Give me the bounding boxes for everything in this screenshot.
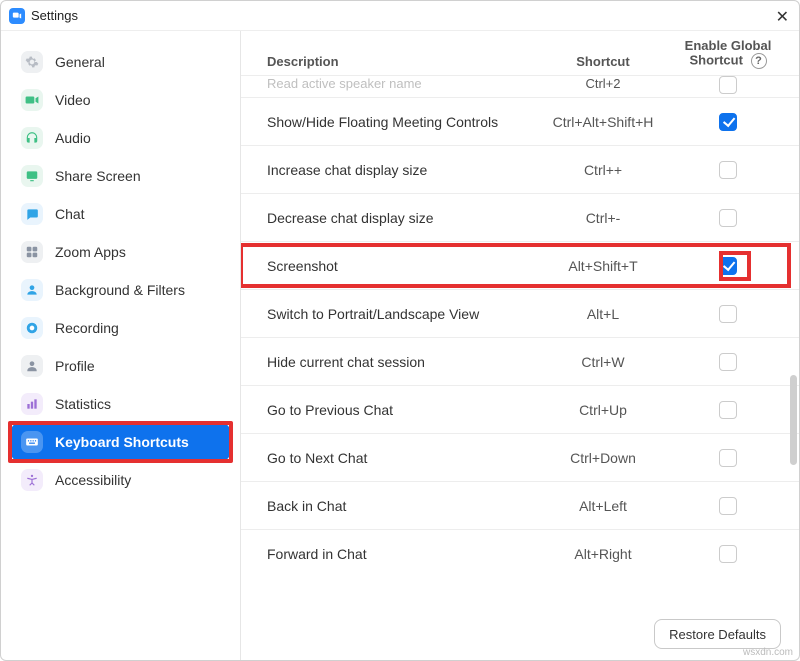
table-row: Go to Previous Chat Ctrl+Up bbox=[241, 385, 799, 433]
shortcut-key[interactable]: Ctrl+2 bbox=[523, 76, 683, 91]
enable-global-checkbox[interactable] bbox=[719, 113, 737, 131]
sidebar-item-label: Profile bbox=[55, 358, 95, 374]
shortcut-description: Switch to Portrait/Landscape View bbox=[267, 306, 523, 322]
sidebar-item-background-filters[interactable]: Background & Filters bbox=[11, 271, 230, 309]
table-row: Switch to Portrait/Landscape View Alt+L bbox=[241, 289, 799, 337]
sidebar-item-label: Keyboard Shortcuts bbox=[55, 434, 189, 450]
sidebar-item-zoom-apps[interactable]: Zoom Apps bbox=[11, 233, 230, 271]
shortcut-description: Go to Previous Chat bbox=[267, 402, 523, 418]
enable-global-checkbox[interactable] bbox=[719, 305, 737, 323]
table-row: Increase chat display size Ctrl++ bbox=[241, 145, 799, 193]
sidebar-item-video[interactable]: Video bbox=[11, 81, 230, 119]
shortcut-key[interactable]: Ctrl+W bbox=[523, 354, 683, 370]
header-shortcut: Shortcut bbox=[523, 54, 683, 69]
shortcut-key[interactable]: Ctrl++ bbox=[523, 162, 683, 178]
enable-global-checkbox[interactable] bbox=[719, 76, 737, 94]
enable-global-checkbox[interactable] bbox=[719, 545, 737, 563]
shortcut-key[interactable]: Ctrl+Alt+Shift+H bbox=[523, 114, 683, 130]
shortcut-key[interactable]: Alt+Right bbox=[523, 546, 683, 562]
table-row: Show/Hide Floating Meeting Controls Ctrl… bbox=[241, 97, 799, 145]
sidebar-item-label: Chat bbox=[55, 206, 85, 222]
help-icon[interactable]: ? bbox=[751, 53, 767, 69]
sidebar-item-label: General bbox=[55, 54, 105, 70]
gear-icon bbox=[21, 51, 43, 73]
share-screen-icon bbox=[21, 165, 43, 187]
shortcut-key[interactable]: Alt+Shift+T bbox=[523, 258, 683, 274]
profile-icon bbox=[21, 355, 43, 377]
shortcut-description: Hide current chat session bbox=[267, 354, 523, 370]
enable-global-checkbox[interactable] bbox=[719, 497, 737, 515]
shortcut-description: Go to Next Chat bbox=[267, 450, 523, 466]
table-header: Description Shortcut Enable Global Short… bbox=[241, 31, 799, 75]
shortcut-description: Forward in Chat bbox=[267, 546, 523, 562]
shortcut-description: Back in Chat bbox=[267, 498, 523, 514]
sidebar-item-audio[interactable]: Audio bbox=[11, 119, 230, 157]
sidebar-item-label: Audio bbox=[55, 130, 91, 146]
window-title: Settings bbox=[31, 8, 78, 23]
sidebar-item-general[interactable]: General bbox=[11, 43, 230, 81]
sidebar-item-accessibility[interactable]: Accessibility bbox=[11, 461, 230, 499]
enable-global-checkbox[interactable] bbox=[719, 401, 737, 419]
shortcut-description: Decrease chat display size bbox=[267, 210, 523, 226]
enable-global-checkbox[interactable] bbox=[719, 449, 737, 467]
header-enable-global: Enable Global Shortcut ? bbox=[683, 39, 773, 69]
main-panel: Description Shortcut Enable Global Short… bbox=[241, 31, 799, 660]
accessibility-icon bbox=[21, 469, 43, 491]
header-description: Description bbox=[267, 54, 523, 69]
sidebar-item-label: Background & Filters bbox=[55, 282, 185, 298]
close-icon[interactable]: ✕ bbox=[776, 7, 789, 27]
shortcut-key[interactable]: Ctrl+Down bbox=[523, 450, 683, 466]
apps-icon bbox=[21, 241, 43, 263]
footer: Restore Defaults bbox=[241, 608, 799, 660]
shortcut-key[interactable]: Ctrl+- bbox=[523, 210, 683, 226]
shortcut-key[interactable]: Alt+Left bbox=[523, 498, 683, 514]
settings-window: Settings ✕ General Video Audio Share Scr… bbox=[0, 0, 800, 661]
sidebar-item-keyboard-shortcuts[interactable]: Keyboard Shortcuts bbox=[11, 423, 230, 461]
table-row: Decrease chat display size Ctrl+- bbox=[241, 193, 799, 241]
sidebar-item-label: Video bbox=[55, 92, 91, 108]
shortcut-description: Read active speaker name bbox=[267, 76, 523, 91]
shortcut-rows: Read active speaker name Ctrl+2 Show/Hid… bbox=[241, 75, 799, 608]
shortcut-description: Increase chat display size bbox=[267, 162, 523, 178]
zoom-app-icon bbox=[9, 8, 25, 24]
chat-icon bbox=[21, 203, 43, 225]
sidebar-item-label: Share Screen bbox=[55, 168, 141, 184]
shortcut-description: Screenshot bbox=[267, 258, 523, 274]
table-row: Back in Chat Alt+Left bbox=[241, 481, 799, 529]
sidebar-item-label: Zoom Apps bbox=[55, 244, 126, 260]
video-icon bbox=[21, 89, 43, 111]
sidebar-item-label: Accessibility bbox=[55, 472, 131, 488]
shortcut-key[interactable]: Alt+L bbox=[523, 306, 683, 322]
enable-global-checkbox[interactable] bbox=[719, 161, 737, 179]
table-row: Forward in Chat Alt+Right bbox=[241, 529, 799, 577]
recording-icon bbox=[21, 317, 43, 339]
sidebar-item-statistics[interactable]: Statistics bbox=[11, 385, 230, 423]
background-icon bbox=[21, 279, 43, 301]
sidebar-item-share-screen[interactable]: Share Screen bbox=[11, 157, 230, 195]
keyboard-icon bbox=[21, 431, 43, 453]
headphones-icon bbox=[21, 127, 43, 149]
watermark: wsxdn.com bbox=[743, 647, 793, 658]
sidebar-item-label: Recording bbox=[55, 320, 119, 336]
statistics-icon bbox=[21, 393, 43, 415]
enable-global-checkbox[interactable] bbox=[719, 257, 737, 275]
enable-global-checkbox[interactable] bbox=[719, 353, 737, 371]
sidebar: General Video Audio Share Screen Chat Zo… bbox=[1, 31, 241, 660]
sidebar-item-profile[interactable]: Profile bbox=[11, 347, 230, 385]
table-row: Go to Next Chat Ctrl+Down bbox=[241, 433, 799, 481]
scrollbar-thumb[interactable] bbox=[790, 375, 797, 465]
sidebar-item-recording[interactable]: Recording bbox=[11, 309, 230, 347]
shortcut-key[interactable]: Ctrl+Up bbox=[523, 402, 683, 418]
titlebar: Settings ✕ bbox=[1, 1, 799, 31]
sidebar-item-label: Statistics bbox=[55, 396, 111, 412]
shortcut-description: Show/Hide Floating Meeting Controls bbox=[267, 114, 523, 130]
table-row: Hide current chat session Ctrl+W bbox=[241, 337, 799, 385]
table-row-screenshot: Screenshot Alt+Shift+T bbox=[241, 241, 799, 289]
restore-defaults-button[interactable]: Restore Defaults bbox=[654, 619, 781, 649]
table-row: Read active speaker name Ctrl+2 bbox=[241, 75, 799, 97]
sidebar-item-chat[interactable]: Chat bbox=[11, 195, 230, 233]
enable-global-checkbox[interactable] bbox=[719, 209, 737, 227]
